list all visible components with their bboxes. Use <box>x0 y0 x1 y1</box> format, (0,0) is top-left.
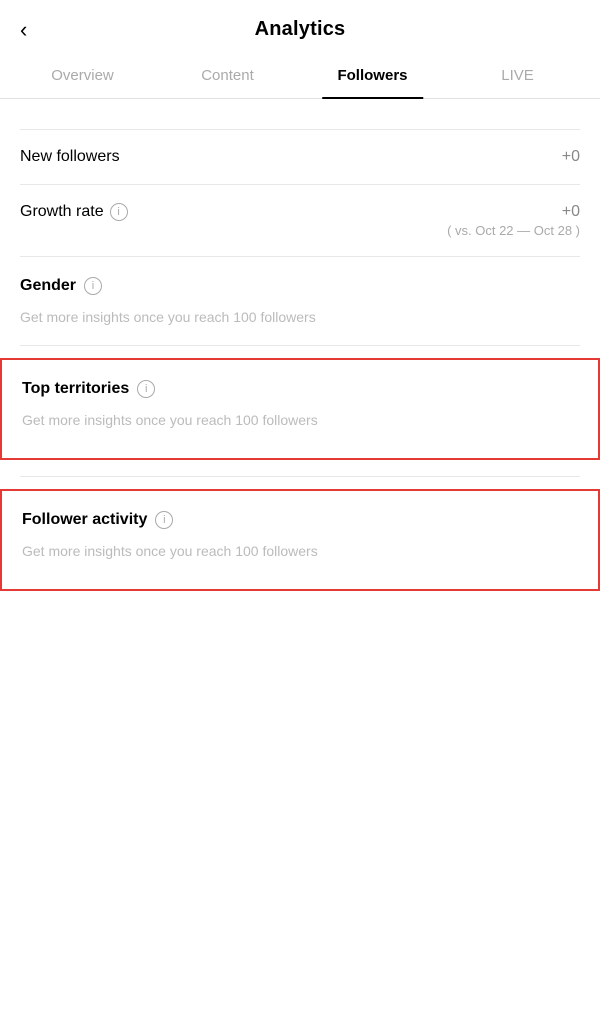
tab-bar: Overview Content Followers LIVE <box>0 53 600 99</box>
back-button[interactable]: ‹ <box>20 17 27 43</box>
growth-rate-info-icon[interactable]: i <box>110 203 128 221</box>
top-territories-insight-text: Get more insights once you reach 100 fol… <box>22 412 578 438</box>
gender-insight-text: Get more insights once you reach 100 fol… <box>20 309 580 335</box>
growth-rate-value: +0 <box>447 203 580 221</box>
section-gap3 <box>0 477 600 489</box>
gender-section: Gender i Get more insights once you reac… <box>0 257 600 345</box>
growth-rate-row: Growth rate i +0 ( vs. Oct 22 — Oct 28 ) <box>0 185 600 256</box>
growth-rate-compare: ( vs. Oct 22 — Oct 28 ) <box>447 223 580 238</box>
page-title: Analytics <box>255 18 346 41</box>
gender-info-icon[interactable]: i <box>84 277 102 295</box>
follower-activity-info-icon[interactable]: i <box>155 511 173 529</box>
growth-rate-label-group: Growth rate i <box>20 203 128 221</box>
section-gap1 <box>0 346 600 358</box>
growth-rate-label-text: Growth rate <box>20 203 104 221</box>
tab-live[interactable]: LIVE <box>445 53 590 98</box>
tab-overview[interactable]: Overview <box>10 53 155 98</box>
follower-activity-insight-text: Get more insights once you reach 100 fol… <box>22 543 578 569</box>
new-followers-value: +0 <box>562 148 580 166</box>
follower-activity-title-row: Follower activity i <box>22 511 578 529</box>
new-followers-label: New followers <box>20 148 120 166</box>
top-spacer <box>0 99 600 129</box>
tab-content[interactable]: Content <box>155 53 300 98</box>
tab-followers[interactable]: Followers <box>300 53 445 98</box>
gender-title-row: Gender i <box>20 277 580 295</box>
top-territories-section: Top territories i Get more insights once… <box>0 358 600 460</box>
top-territories-info-icon[interactable]: i <box>137 380 155 398</box>
follower-activity-section: Follower activity i Get more insights on… <box>0 489 600 591</box>
header: ‹ Analytics <box>0 0 600 53</box>
new-followers-row: New followers +0 <box>0 130 600 184</box>
follower-activity-title-text: Follower activity <box>22 511 147 529</box>
section-gap2 <box>0 460 600 476</box>
growth-rate-value-block: +0 ( vs. Oct 22 — Oct 28 ) <box>447 203 580 238</box>
gender-title-text: Gender <box>20 277 76 295</box>
top-territories-title-row: Top territories i <box>22 380 578 398</box>
top-territories-title-text: Top territories <box>22 380 129 398</box>
